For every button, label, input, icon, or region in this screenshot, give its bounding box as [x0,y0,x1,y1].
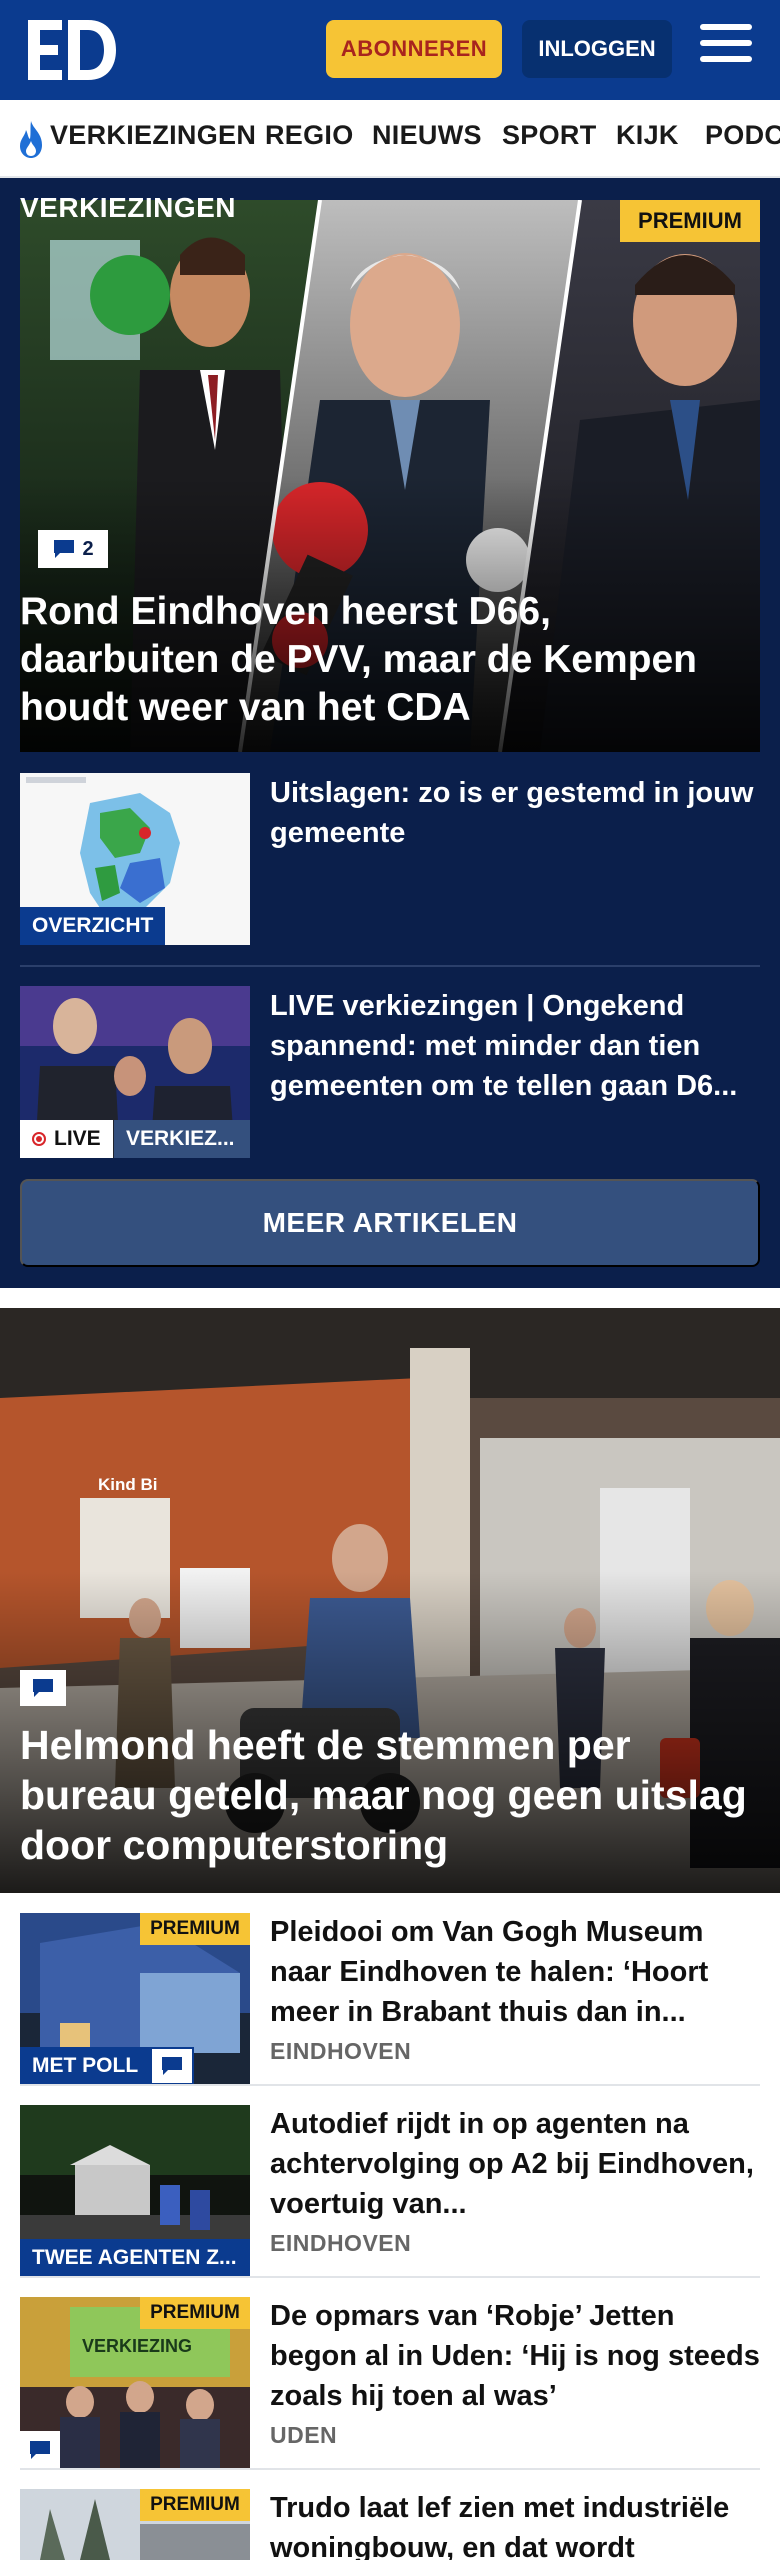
article-title[interactable]: Trudo laat lef zien met indu­striële won… [270,2488,760,2560]
top-header: ABONNEREN INLOGGEN [0,0,780,100]
subscribe-button[interactable]: ABONNEREN [326,20,502,78]
live-badge: LIVE [20,1120,113,1158]
comment-chip[interactable] [150,2047,194,2085]
divider [20,2084,760,2086]
flame-icon [20,121,42,158]
comment-icon [30,2441,50,2459]
article-title[interactable]: Pleidooi om Van Gogh Museum naar Eindhov… [270,1912,760,2032]
poll-badge: MET POLL [20,2047,151,2085]
overview-badge: OVERZICHT [20,907,166,945]
comment-count-value: 2 [82,537,94,560]
premium-badge: PREMIUM [140,2297,250,2329]
nav-item-sport[interactable]: SPORT [502,120,597,151]
nav-item-kijk[interactable]: KIJK [616,120,679,151]
ed-logo[interactable] [28,20,118,80]
nav-item-verkiezingen[interactable]: VERKIEZINGEN [50,120,256,151]
section-label[interactable]: VERKIEZINGEN [20,192,236,224]
sign-text: Kind Bi [98,1475,158,1494]
category-badge: VERKIEZ... [114,1120,250,1158]
section-nav: VERKIEZINGEN REGIO NIEUWS SPORT KIJK POD… [0,100,780,178]
article-region[interactable]: EINDHOVEN [270,2230,411,2257]
nav-item-regio[interactable]: REGIO [265,120,354,151]
premium-badge: PREMIUM [140,1913,250,1945]
article-title[interactable]: De opmars van ‘Robje’ Jetten begon al in… [270,2296,760,2416]
article-title[interactable]: Uitslagen: zo is er gestemd in jouw geme… [270,773,760,853]
more-articles-button[interactable]: MEER ARTIKELEN [20,1179,760,1267]
comment-icon [162,2057,182,2075]
comment-icon [54,540,75,558]
article-title[interactable]: LIVE verkiezingen | Ongekend spannend: m… [270,986,760,1106]
comment-chip[interactable] [20,1670,66,1706]
live-label: LIVE [54,1127,101,1150]
section-gap [0,1288,780,1308]
login-button[interactable]: INLOGGEN [522,20,672,78]
divider [20,2468,760,2470]
premium-badge: PREMIUM [140,2489,250,2521]
hamburger-menu-icon[interactable] [700,24,752,74]
comment-icon [33,1679,53,1697]
ed-logo-mark [28,20,116,80]
article-title[interactable]: Autodief rijdt in op agenten na achtervo… [270,2104,760,2224]
divider [20,965,760,967]
article-region[interactable]: UDEN [270,2422,337,2449]
nav-item-nieuws[interactable]: NIEUWS [372,120,482,151]
thumb-sign-text: VERKIEZING [82,2336,192,2356]
hero-headline[interactable]: Rond Eindhoven heerst D66, daarbuiten de… [20,588,750,732]
nav-item-podcasts[interactable]: PODCASTS [705,120,780,151]
hero-headline[interactable]: Helmond heeft de stemmen per bureau gete… [20,1720,760,1870]
comment-chip[interactable] [20,2431,60,2469]
news-badge: TWEE AGENTEN Z... [20,2239,250,2277]
live-dot-icon [32,1132,46,1146]
divider [20,2276,760,2278]
premium-badge: PREMIUM [620,200,760,242]
comment-count[interactable]: 2 [38,530,108,568]
article-region[interactable]: EINDHOVEN [270,2038,411,2065]
